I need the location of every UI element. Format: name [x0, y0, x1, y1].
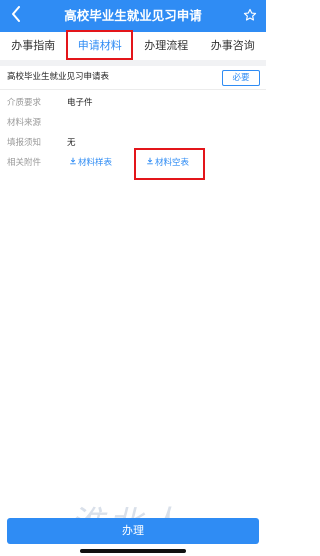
star-outline-icon	[243, 7, 257, 26]
page-title: 高校毕业生就业见习申请	[64, 8, 202, 23]
field-label: 介质要求	[7, 98, 42, 108]
tab-guide[interactable]: 办事指南	[0, 32, 67, 60]
material-header: 高校毕业生就业见习申请表 必要	[0, 66, 266, 90]
tab-materials[interactable]: 申请材料	[67, 32, 134, 60]
chevron-left-icon	[11, 6, 21, 26]
material-name: 高校毕业生就业见习申请表	[7, 72, 110, 82]
sample-form-link[interactable]: 材料样表	[69, 156, 112, 168]
field-label: 填报须知	[7, 138, 42, 148]
field-row-source: 材料来源	[7, 116, 257, 130]
field-row-notice: 填报须知 无	[7, 136, 257, 150]
field-value: 电子件	[67, 98, 93, 108]
tab-consult[interactable]: 办事咨询	[200, 32, 267, 60]
field-row-attachments: 相关附件 材料样表 材料空表	[7, 156, 257, 170]
download-icon	[146, 157, 154, 168]
tab-process[interactable]: 办理流程	[133, 32, 200, 60]
handle-button[interactable]: 办理	[7, 518, 259, 544]
field-label: 材料来源	[7, 118, 42, 128]
tab-bar: 办事指南 申请材料 办理流程 办事咨询	[0, 32, 266, 60]
field-label: 相关附件	[7, 158, 42, 168]
sample-form-label: 材料样表	[78, 158, 113, 168]
field-row-medium: 介质要求 电子件	[7, 96, 257, 110]
blank-form-label: 材料空表	[155, 158, 190, 168]
field-value: 无	[67, 138, 76, 148]
blank-form-link[interactable]: 材料空表	[146, 156, 189, 168]
required-badge: 必要	[222, 70, 260, 86]
home-indicator	[80, 549, 186, 553]
back-button[interactable]	[4, 3, 28, 29]
download-icon	[69, 157, 77, 168]
favorite-button[interactable]	[238, 4, 262, 28]
title-bar: 高校毕业生就业见习申请	[0, 0, 266, 32]
